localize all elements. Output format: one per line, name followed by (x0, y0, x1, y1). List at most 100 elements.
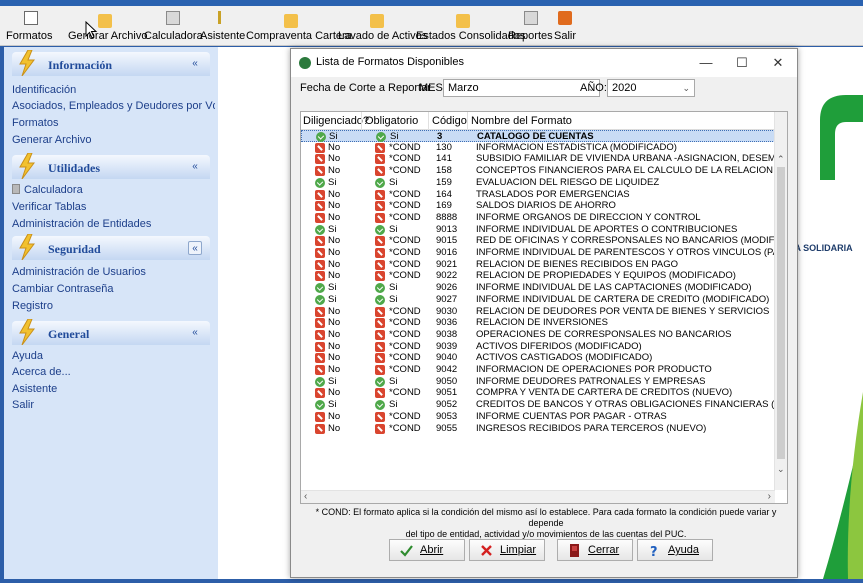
sidebar-item-registro[interactable]: Registro (12, 300, 53, 312)
table-row[interactable]: Si Si 9026 INFORME INDIVIDUAL DE LAS CAPTAC… (301, 282, 775, 294)
sidebar-item-administracion-entidades[interactable]: Administración de Entidades (12, 218, 151, 230)
sidebar-item-acerca-de[interactable]: Acerca de... (12, 366, 71, 378)
toolbar-salir-button[interactable]: Salir (554, 6, 576, 46)
sidebar-item-cambiar-contrasena[interactable]: Cambiar Contraseña (12, 283, 114, 295)
ayuda-button[interactable]: ? Ayuda (637, 539, 713, 561)
toolbar-reportes-button[interactable]: Reportes (508, 6, 553, 46)
table-row[interactable]: No *COND 9036 RELACION DE INVERSIONES (301, 317, 775, 329)
table-row[interactable]: No *COND 9039 ACTIVOS DIFERIDOS (MODIFICADO… (301, 341, 775, 353)
cell-codigo: 9015 (436, 235, 458, 247)
maximize-button[interactable]: ☐ (724, 49, 760, 77)
table-row[interactable]: No *COND 9022 RELACION DE PROPIEDADES Y EQU… (301, 270, 775, 282)
folder-icon (456, 14, 470, 28)
scroll-down-icon[interactable]: ⌄ (777, 464, 785, 475)
column-header-diligenciado[interactable]: Diligenciado? (303, 115, 369, 127)
table-row[interactable]: No *COND 8888 INFORME ORGANOS DE DIRECCION … (301, 212, 775, 224)
column-header-codigo[interactable]: Código (432, 115, 467, 127)
table-row[interactable]: No *COND 9051 COMPRA Y VENTA DE CARTERA DE … (301, 387, 775, 399)
cell-diligenciado: No (328, 141, 341, 153)
cell-diligenciado: No (328, 188, 341, 200)
table-row[interactable]: No *COND 158 CONCEPTOS FINANCIEROS PARA EL … (301, 165, 787, 177)
close-button[interactable]: ✕ (760, 49, 796, 77)
table-row[interactable]: No *COND 9015 RED DE OFICINAS Y CORRESPONSA… (301, 235, 787, 247)
cell-diligenciado: No (328, 340, 341, 352)
sidebar-item-calculadora[interactable]: Calculadora (12, 184, 83, 196)
cell-nombre: SUBSIDIO FAMILIAR DE VIVIENDA URBANA -AS… (476, 153, 787, 165)
cell-nombre: RELACION DE DEUDORES POR VENTA DE BIENES… (476, 305, 770, 317)
sidebar-panel: Información « Identificación Asociados, … (4, 47, 245, 579)
column-header-obligatorio[interactable]: Obligatorio (365, 115, 418, 127)
no-x-icon (375, 236, 385, 247)
table-row[interactable]: No *COND 9038 OPERACIONES DE CORRESPONSALES… (301, 329, 775, 341)
sidebar-item-asociados[interactable]: Asociados, Empleados y Deudores por VdeB… (12, 100, 245, 112)
column-header-nombre[interactable]: Nombre del Formato (471, 115, 572, 127)
scroll-thumb[interactable] (777, 167, 785, 459)
table-row[interactable]: Si Si 3 CATALOGO DE CUENTAS (301, 130, 775, 142)
table-row[interactable]: Si Si 9013 INFORME INDIVIDUAL DE APORTES O … (301, 224, 775, 236)
toolbar-compraventa-cartera-button[interactable]: Compraventa Cartera (246, 6, 352, 46)
collapse-chevron-icon[interactable]: « (188, 326, 202, 340)
table-row[interactable]: Si Si 159 EVALUACION DEL RIESGO DE LIQUIDEZ (301, 177, 775, 189)
horizontal-scrollbar[interactable]: ‹ › (301, 490, 775, 503)
toolbar-generar-archivo-button[interactable]: Generar Archivo (68, 6, 147, 46)
anio-select[interactable]: 2020 ⌄ (607, 79, 695, 97)
section-informacion-header[interactable]: Información « (12, 50, 210, 76)
cell-diligenciado: No (328, 258, 341, 270)
table-row[interactable]: No *COND 9040 ACTIVOS CASTIGADOS (MODIFICAD… (301, 352, 775, 364)
toolbar-calculadora-button[interactable]: Calculadora (144, 6, 203, 46)
section-utilidades-header[interactable]: Utilidades « (12, 153, 210, 179)
svg-text:?: ? (650, 545, 658, 557)
no-x-icon (315, 236, 325, 247)
scroll-up-icon[interactable]: ⌃ (777, 154, 785, 165)
abrir-button[interactable]: Abrir (389, 539, 465, 561)
collapse-chevron-icon[interactable]: « (188, 241, 202, 255)
table-row[interactable]: No *COND 9053 INFORME CUENTAS POR PAGAR - O… (301, 411, 775, 423)
table-row[interactable]: No *COND 9021 RELACION DE BIENES RECIBIDOS … (301, 259, 775, 271)
no-x-icon (375, 259, 385, 270)
sidebar-item-salir[interactable]: Salir (12, 399, 34, 411)
checkmark-icon (400, 545, 413, 557)
no-x-icon (315, 212, 325, 223)
cell-obligatorio: *COND (389, 340, 421, 352)
table-row[interactable]: No *COND 164 TRASLADOS POR EMERGENCIAS (301, 189, 775, 201)
table-row[interactable]: Si Si 9052 CREDITOS DE BANCOS Y OTRAS OBLIG… (301, 399, 787, 411)
limpiar-button[interactable]: Limpiar (469, 539, 545, 561)
toolbar-estados-consolidados-button[interactable]: Estados Consolidados (416, 6, 525, 46)
sidebar-item-asistente[interactable]: Asistente (12, 383, 57, 395)
table-row[interactable]: No *COND 9030 RELACION DE DEUDORES POR VENT… (301, 306, 775, 318)
collapse-chevron-icon[interactable]: « (188, 57, 202, 71)
mes-select[interactable]: Marzo ⌄ (443, 79, 600, 97)
scroll-right-icon[interactable]: › (768, 491, 771, 502)
section-general-header[interactable]: General « (12, 319, 210, 345)
dialog-title-bar[interactable]: Lista de Formatos Disponibles — ☐ ✕ (291, 49, 797, 77)
sidebar-item-formatos[interactable]: Formatos (12, 117, 58, 129)
no-x-icon (375, 154, 385, 165)
yes-check-icon (316, 132, 326, 142)
table-row[interactable]: No *COND 9055 INGRESOS RECIBIDOS PARA TERCE… (301, 423, 775, 435)
cell-diligenciado: No (328, 328, 341, 340)
sidebar-item-generar-archivo[interactable]: Generar Archivo (12, 134, 91, 146)
sidebar-item-ayuda[interactable]: Ayuda (12, 350, 43, 362)
collapse-chevron-icon[interactable]: « (188, 160, 202, 174)
toolbar-formatos-button[interactable]: Formatos (6, 6, 58, 46)
table-row[interactable]: No *COND 130 INFORMACION ESTADISTICA (MODIF… (301, 142, 775, 154)
table-row[interactable]: No *COND 141 SUBSIDIO FAMILIAR DE VIVIENDA … (301, 153, 787, 165)
section-seguridad-header[interactable]: Seguridad « (12, 234, 210, 260)
cerrar-button[interactable]: Cerrar (557, 539, 633, 561)
toolbar-lavado-de-activos-button[interactable]: Lavado de Activos (338, 6, 427, 46)
cell-obligatorio: *COND (389, 352, 421, 364)
scroll-left-icon[interactable]: ‹ (304, 491, 307, 502)
table-row[interactable]: No *COND 169 SALDOS DIARIOS DE AHORRO (301, 200, 775, 212)
cell-diligenciado: Si (328, 176, 337, 188)
table-row[interactable]: No *COND 9016 INFORME INDIVIDUAL DE PARENTE… (301, 247, 787, 259)
sidebar-item-administracion-usuarios[interactable]: Administración de Usuarios (12, 266, 146, 278)
table-row[interactable]: Si Si 9050 INFORME DEUDORES PATRONALES Y EM… (301, 376, 775, 388)
toolbar-asistente-button[interactable]: Asistente (200, 6, 245, 46)
sidebar-item-verificar-tablas[interactable]: Verificar Tablas (12, 201, 86, 213)
table-row[interactable]: Si Si 9027 INFORME INDIVIDUAL DE CARTERA DE… (301, 294, 775, 306)
table-row[interactable]: No *COND 9042 INFORMACION DE OPERACIONES PO… (301, 364, 775, 376)
minimize-button[interactable]: — (688, 49, 724, 77)
sidebar-item-identificacion[interactable]: Identificación (12, 84, 76, 96)
no-x-icon (315, 306, 325, 317)
vertical-scrollbar[interactable]: ⌃ ⌄ (774, 112, 787, 490)
